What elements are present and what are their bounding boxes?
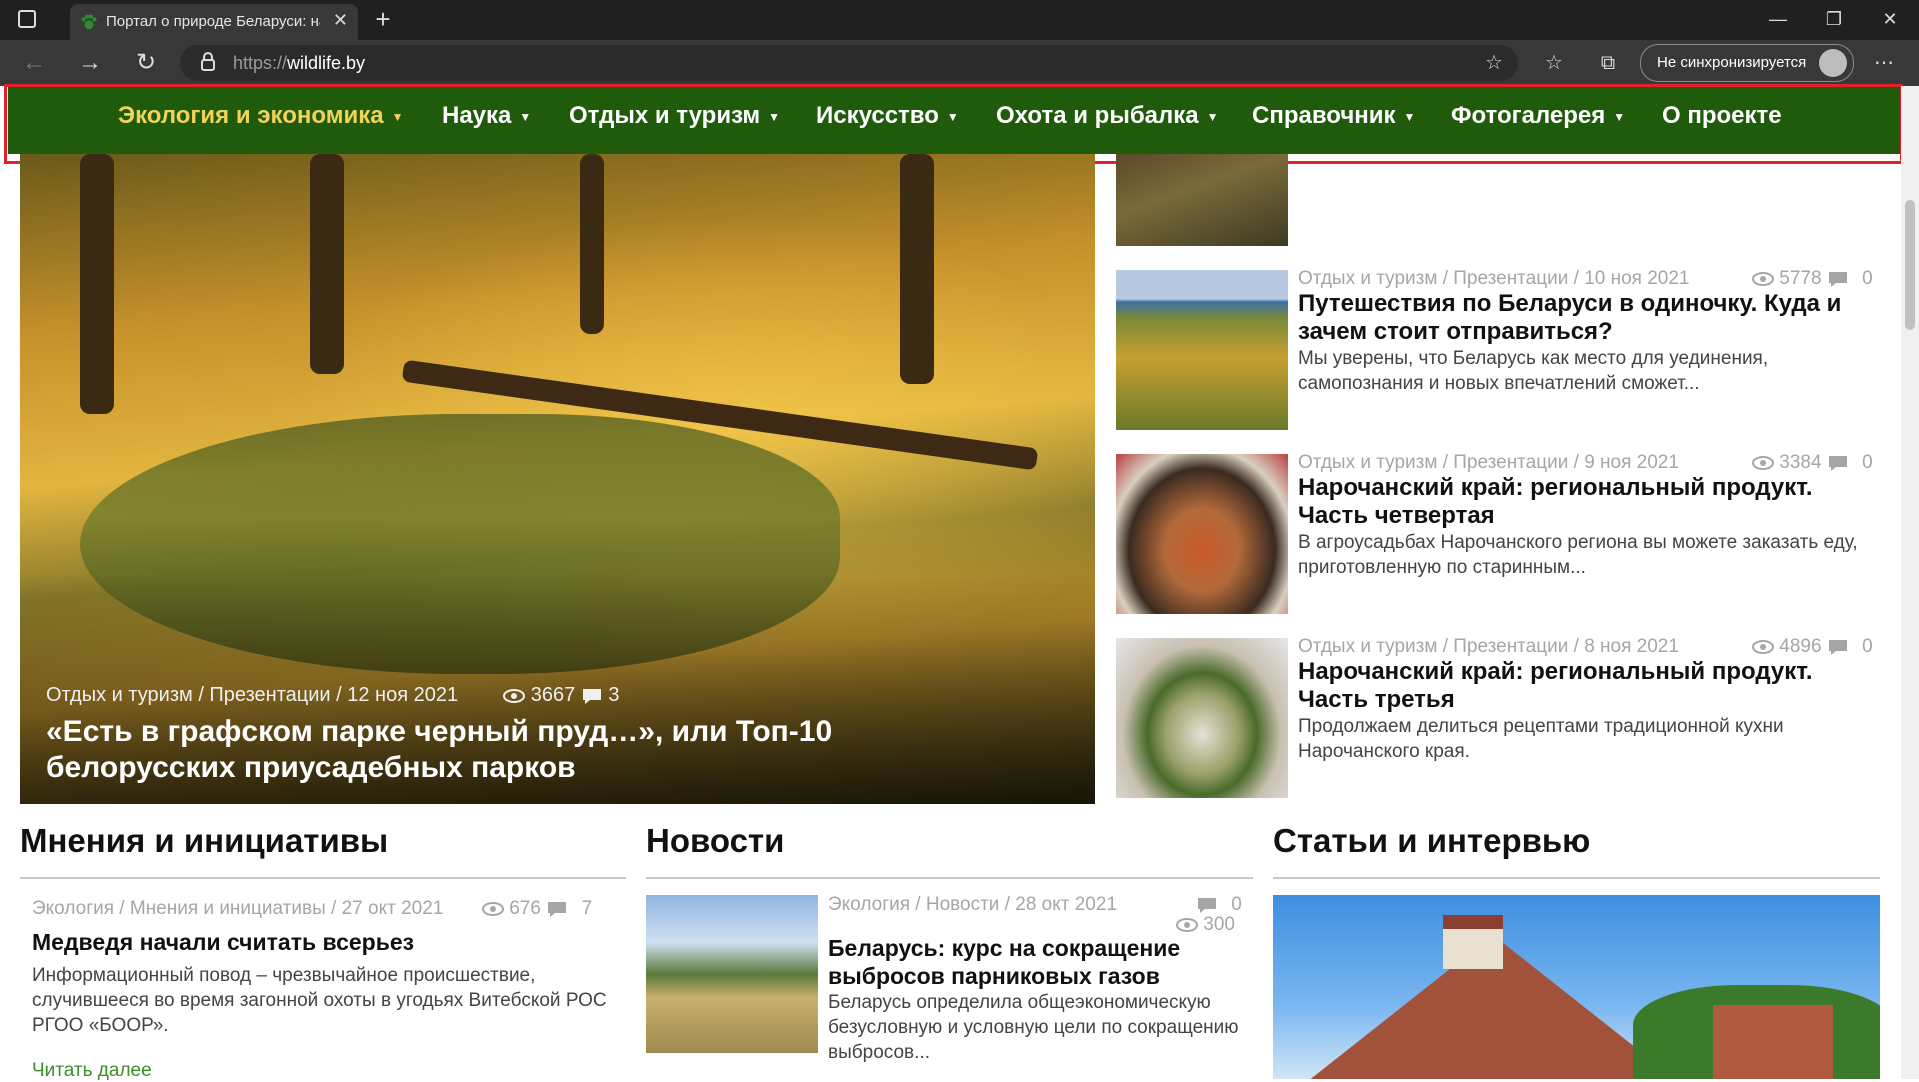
collections-icon[interactable]: ⧉ (1590, 48, 1626, 78)
article-views: 3384 (1779, 452, 1822, 473)
article-thumbnail[interactable] (1116, 454, 1288, 614)
section-heading-articles[interactable]: Статьи и интервью (1273, 822, 1590, 860)
section-heading-news[interactable]: Новости (646, 822, 784, 860)
hero-meta: Отдых и туризм / Презентации / 12 ноя 20… (46, 684, 620, 707)
partial-thumbnail[interactable] (1116, 154, 1288, 246)
opinion-views: 676 (509, 898, 541, 919)
sync-label: Не синхронизируется (1657, 54, 1807, 71)
article-thumbnail[interactable] (1116, 638, 1288, 798)
news-thumbnail[interactable] (646, 895, 818, 1053)
address-url[interactable]: https://wildlife.by (233, 53, 365, 74)
article-views: 5778 (1779, 268, 1822, 289)
comment-icon (1828, 455, 1847, 471)
tree-trunk (310, 154, 344, 374)
add-favorite-icon[interactable]: ☆ (1476, 48, 1512, 78)
news-comments: 0 (1231, 894, 1242, 915)
news-views-row: 300 (1176, 914, 1235, 936)
eye-icon (1752, 455, 1774, 470)
article-stats: 5778 0 (1752, 268, 1873, 290)
article-comments: 0 (1862, 268, 1873, 289)
new-tab-button[interactable]: + (368, 4, 398, 34)
refresh-icon[interactable]: ↻ (128, 48, 164, 78)
news-views: 300 (1203, 914, 1235, 935)
comment-icon (1828, 639, 1847, 655)
url-scheme: https:// (233, 53, 288, 73)
restore-icon[interactable]: ❐ (1814, 4, 1854, 34)
back-icon[interactable]: ← (16, 48, 52, 78)
paw-favicon-icon (81, 14, 97, 30)
tab-actions-icon[interactable] (18, 10, 36, 28)
profile-avatar (1819, 49, 1847, 77)
article-excerpt: В агроусадьбах Нарочанского региона вы м… (1298, 532, 1858, 578)
news-title[interactable]: Беларусь: курс на сокращение выбросов па… (828, 934, 1248, 990)
article-meta: Отдых и туризм / Презентации / 9 ноя 202… (1298, 452, 1679, 473)
forward-icon[interactable]: → (72, 48, 108, 78)
comment-icon (548, 901, 567, 917)
eye-icon (481, 901, 504, 916)
eye-icon (1752, 639, 1774, 654)
opinion-meta-text: Экология / Мнения и инициативы / 27 окт … (32, 898, 444, 919)
section-divider (20, 877, 626, 879)
article-stats: 4896 0 (1752, 636, 1873, 658)
article-meta: Отдых и туризм / Презентации / 10 ноя 20… (1298, 268, 1690, 289)
profile-sync-button[interactable]: Не синхронизируется (1640, 44, 1854, 82)
address-bar[interactable] (180, 45, 1518, 81)
opinion-excerpt: Информационный повод – чрезвычайное прои… (32, 965, 607, 1036)
hero-title[interactable]: «Есть в графском парке черный пруд…», ил… (46, 714, 1026, 786)
article-stats: 3384 0 (1752, 452, 1873, 474)
article-meta: Отдых и туризм / Презентации / 8 ноя 202… (1298, 636, 1679, 657)
minimize-icon[interactable]: — (1758, 4, 1798, 34)
opinion-meta: Экология / Мнения и инициативы / 27 окт … (32, 898, 592, 920)
news-excerpt: Беларусь определила общеэкономическую бе… (828, 992, 1239, 1063)
eye-icon (1176, 917, 1198, 932)
section-heading-opinions[interactable]: Мнения и инициативы (20, 822, 388, 860)
opinion-title[interactable]: Медведя начали считать всерьез (32, 928, 612, 956)
tab-title: Портал о природе Беларуси: на (106, 13, 320, 30)
eye-icon (1752, 271, 1774, 286)
section-divider (1273, 877, 1880, 879)
comment-icon (1828, 271, 1847, 287)
article-title[interactable]: Нарочанский край: региональный продукт. … (1298, 474, 1868, 530)
opinion-comments: 7 (581, 898, 593, 919)
hero-comments: 3 (608, 684, 620, 706)
favorites-icon[interactable]: ☆ (1536, 48, 1572, 78)
url-host: wildlife.by (287, 53, 366, 73)
house-shape (1713, 1005, 1833, 1079)
lock-icon[interactable] (200, 52, 216, 72)
hero-views: 3667 (530, 684, 576, 706)
hero-article[interactable]: Отдых и туризм / Презентации / 12 ноя 20… (20, 154, 1095, 804)
more-menu-icon[interactable]: ⋯ (1866, 48, 1902, 78)
eye-icon (503, 688, 526, 703)
close-tab-icon[interactable]: ✕ (333, 10, 348, 31)
news-stats: 0 (1196, 894, 1242, 916)
articles-feature-image[interactable] (1273, 895, 1880, 1079)
cupola-shape (1443, 915, 1503, 969)
section-divider (646, 877, 1253, 879)
close-window-icon[interactable]: ✕ (1870, 4, 1910, 34)
article-title[interactable]: Путешествия по Беларуси в одиночку. Куда… (1298, 290, 1868, 346)
article-title[interactable]: Нарочанский край: региональный продукт. … (1298, 658, 1868, 714)
article-excerpt: Мы уверены, что Беларусь как место для у… (1298, 348, 1769, 394)
comment-icon (1198, 897, 1216, 913)
article-comments: 0 (1862, 452, 1873, 473)
article-thumbnail[interactable] (1116, 270, 1288, 430)
hero-meta-text: Отдых и туризм / Презентации / 12 ноя 20… (46, 684, 459, 706)
article-comments: 0 (1862, 636, 1873, 657)
tree-trunk (900, 154, 934, 384)
browser-tab[interactable]: Портал о природе Беларуси: на ✕ (70, 4, 358, 40)
comment-icon (582, 688, 601, 704)
tree-trunk (580, 154, 604, 334)
news-meta: Экология / Новости / 28 окт 2021 (828, 894, 1118, 915)
article-views: 4896 (1779, 636, 1822, 657)
scrollbar-thumb[interactable] (1905, 200, 1915, 330)
article-excerpt: Продолжаем делиться рецептами традиционн… (1298, 716, 1784, 762)
highlight-box (4, 84, 1903, 164)
tree-trunk (80, 154, 114, 414)
